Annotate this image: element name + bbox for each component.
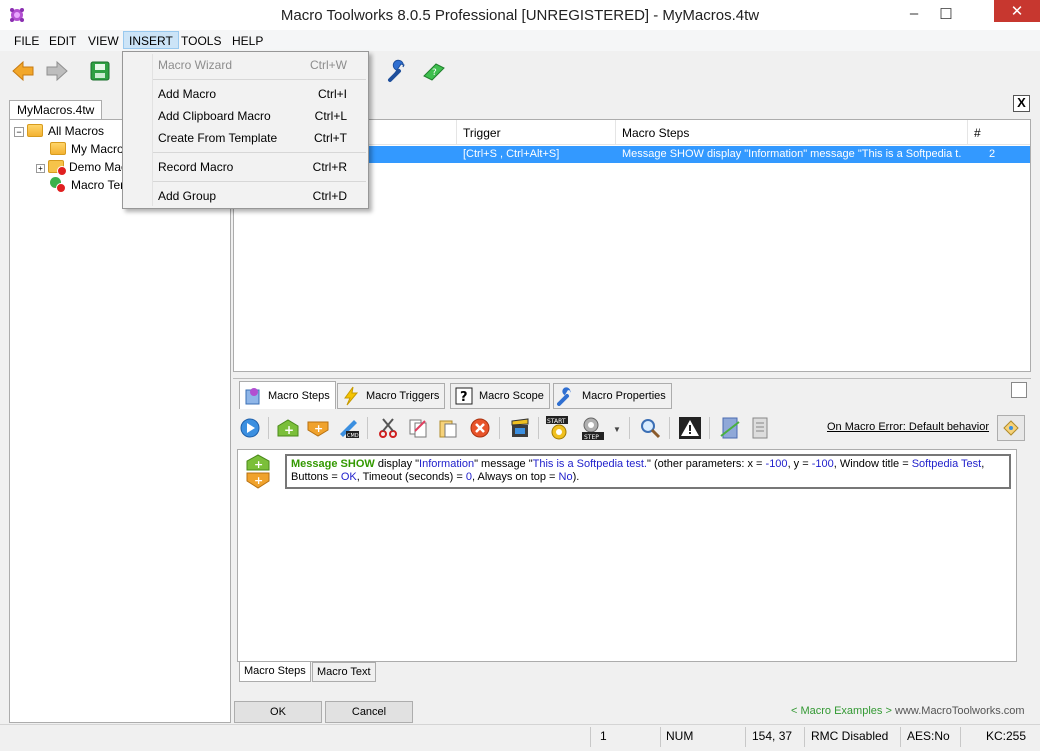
wrench-icon[interactable]: [385, 57, 413, 85]
menu-item-macro-wizard[interactable]: Macro Wizard Ctrl+W: [125, 54, 366, 76]
delete-icon[interactable]: [467, 415, 493, 441]
error-settings-button[interactable]: [997, 415, 1025, 441]
warning-icon[interactable]: [677, 415, 703, 441]
column-header-steps[interactable]: Macro Steps: [622, 126, 689, 140]
macro-step[interactable]: Message SHOW display "Information" messa…: [285, 454, 1011, 489]
close-button[interactable]: ✕: [994, 0, 1040, 22]
folder-open-icon: [50, 142, 66, 155]
dropdown-arrow-icon[interactable]: ▼: [613, 425, 621, 434]
ok-button[interactable]: OK: [234, 701, 322, 723]
menu-file[interactable]: FILE: [9, 32, 44, 50]
run-icon[interactable]: [237, 415, 263, 441]
column-header-count[interactable]: #: [974, 126, 981, 140]
clapperboard-icon[interactable]: [507, 415, 533, 441]
insert-menu-dropdown: Macro Wizard Ctrl+W Add Macro Ctrl+I Add C…: [122, 51, 369, 209]
tab-macro-properties[interactable]: Macro Properties: [553, 383, 672, 409]
title-bar: Macro Toolworks 8.0.5 Professional [UNRE…: [0, 0, 1040, 30]
menu-tools[interactable]: TOOLS: [176, 32, 226, 50]
templates-disabled-icon: [50, 177, 66, 193]
help-book-icon[interactable]: ?: [420, 57, 448, 85]
find-icon[interactable]: [637, 415, 663, 441]
menu-item-add-macro[interactable]: Add Macro Ctrl+I: [125, 83, 366, 105]
comment-step-icon[interactable]: [747, 415, 773, 441]
expand-icon[interactable]: +: [36, 164, 45, 173]
collapse-icon[interactable]: −: [14, 127, 24, 137]
minimize-button[interactable]: –: [898, 0, 930, 30]
add-step-icon[interactable]: +: [275, 415, 301, 441]
menu-item-add-clipboard-macro[interactable]: Add Clipboard Macro Ctrl+L: [125, 105, 366, 127]
command-icon[interactable]: CMD: [335, 415, 361, 441]
cancel-button[interactable]: Cancel: [325, 701, 413, 723]
svg-text:+: +: [284, 423, 294, 437]
copy-icon[interactable]: [405, 415, 431, 441]
subtab-macro-text[interactable]: Macro Text: [312, 662, 376, 682]
svg-text:+: +: [314, 422, 323, 435]
tab-macro-triggers[interactable]: Macro Triggers: [337, 383, 446, 409]
insert-step-icon[interactable]: +: [305, 415, 331, 441]
lightning-icon: [341, 386, 361, 406]
settings-icon: [1003, 420, 1019, 436]
status-count: 1: [600, 729, 607, 743]
tab-macro-steps[interactable]: Macro Steps: [239, 381, 336, 409]
menu-bar: FILE EDIT VIEW INSERT TOOLS HELP: [0, 30, 1040, 51]
svg-text:?: ?: [432, 68, 437, 78]
tree-label: All Macros: [48, 124, 105, 138]
tree-item-all-macros[interactable]: − All Macros: [14, 122, 104, 140]
subtab-macro-steps[interactable]: Macro Steps: [239, 662, 311, 682]
menu-insert[interactable]: INSERT: [123, 31, 179, 49]
paste-icon[interactable]: [435, 415, 461, 441]
folder-open-icon: [27, 124, 43, 137]
maximize-button[interactable]: ☐: [930, 1, 962, 31]
column-header-trigger[interactable]: Trigger: [463, 126, 501, 140]
on-error-link[interactable]: On Macro Error: Default behavior: [827, 421, 989, 433]
cell-trigger: [Ctrl+S , Ctrl+Alt+S]: [463, 148, 560, 160]
tab-macro-scope[interactable]: ? Macro Scope: [450, 383, 550, 409]
svg-text:+: +: [254, 474, 263, 487]
disable-step-icon[interactable]: [717, 415, 743, 441]
start-debug-icon[interactable]: START: [545, 415, 571, 441]
macro-examples-link[interactable]: < Macro Examples >: [791, 705, 892, 717]
save-icon[interactable]: [86, 57, 114, 85]
website-link[interactable]: www.MacroToolworks.com: [895, 705, 1025, 717]
window-title: Macro Toolworks 8.0.5 Professional [UNRE…: [280, 7, 760, 24]
back-arrow-icon[interactable]: [9, 57, 37, 85]
wrench-icon: [557, 386, 577, 406]
steps-list: + + Message SHOW display "Information" me…: [237, 449, 1017, 662]
document-tab[interactable]: MyMacros.4tw: [9, 100, 103, 120]
menu-view[interactable]: VIEW: [83, 32, 124, 50]
macro-tree: − All Macros My Macros + Demo Macros Macro…: [9, 119, 231, 723]
folder-disabled-icon: [48, 160, 67, 176]
status-num: NUM: [666, 729, 694, 743]
step-add-icon[interactable]: + +: [244, 454, 272, 490]
svg-text:+: +: [254, 458, 263, 471]
question-icon: ?: [454, 386, 474, 406]
menu-item-create-from-template[interactable]: Create From Template Ctrl+T: [125, 127, 366, 149]
svg-text:?: ?: [460, 390, 468, 405]
tree-item-my-macros[interactable]: My Macros: [50, 140, 130, 158]
status-position: 154, 37: [752, 729, 793, 743]
status-rmc: RMC Disabled: [811, 729, 889, 743]
step-debug-icon[interactable]: STEP: [581, 415, 607, 441]
forward-arrow-icon[interactable]: [43, 57, 71, 85]
steps-icon: [243, 386, 263, 406]
status-bar: 1 NUM 154, 37 RMC Disabled AES:No KC:255: [0, 724, 1040, 751]
macro-editor: Macro Steps Macro Triggers ? Macro Scope…: [233, 378, 1031, 723]
cell-steps: Message SHOW display "Information" messa…: [622, 148, 962, 160]
status-aes: AES:No: [907, 729, 950, 743]
svg-text:CMD: CMD: [347, 433, 359, 439]
steps-toolbar: + + CMD START STEP ▼ On Macro Error: Def…: [235, 413, 1027, 443]
restore-panel-icon[interactable]: [1011, 382, 1027, 398]
svg-text:START: START: [547, 418, 566, 425]
menu-help[interactable]: HELP: [227, 32, 268, 50]
close-document-button[interactable]: X: [1013, 95, 1030, 112]
menu-edit[interactable]: EDIT: [44, 32, 81, 50]
menu-item-add-group[interactable]: Add Group Ctrl+D: [125, 185, 366, 207]
svg-text:STEP: STEP: [584, 434, 599, 441]
menu-item-record-macro[interactable]: Record Macro Ctrl+R: [125, 156, 366, 178]
status-kc: KC:255: [986, 729, 1027, 743]
cell-count: 2: [989, 148, 996, 160]
cut-icon[interactable]: [375, 415, 401, 441]
tree-label: My Macros: [71, 142, 130, 156]
